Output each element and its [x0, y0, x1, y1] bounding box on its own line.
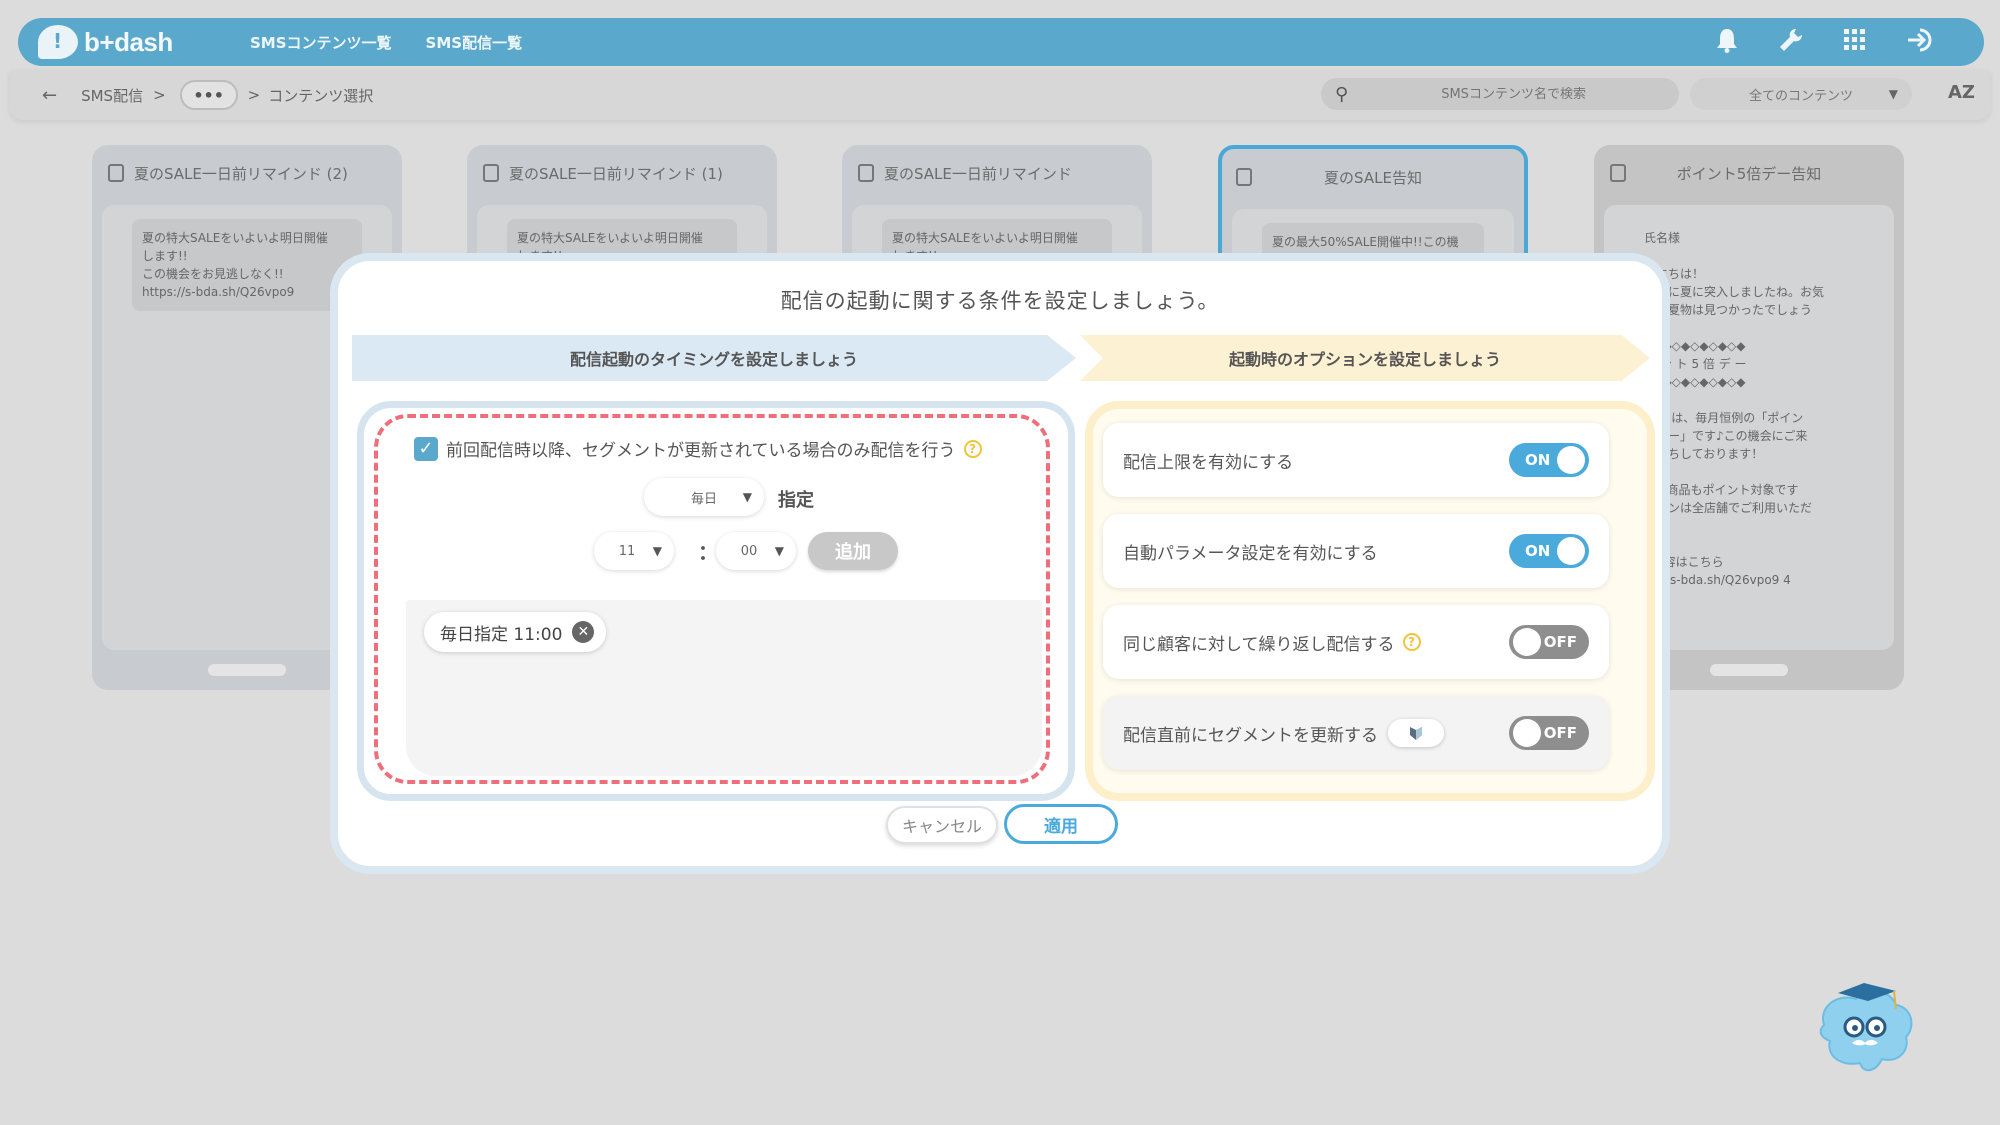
breadcrumb-bar: ← SMS配信 > ••• > コンテンツ選択 ⚲ 全てのコンテンツ ▼ AZ — [10, 70, 1990, 120]
card-title: 夏のSALE一日前リマインド — [884, 164, 1072, 183]
step-options: 起動時のオプションを設定しましょう — [1080, 335, 1650, 381]
breadcrumb-separator: > — [153, 86, 166, 104]
search-input[interactable] — [1348, 86, 1679, 102]
logo-bubble-icon — [38, 25, 78, 59]
sort-az-button[interactable]: AZ — [1948, 82, 1975, 103]
segment-refresh-toggle[interactable]: OFF — [1509, 716, 1589, 750]
document-icon — [483, 164, 499, 182]
card-title: 夏のSALE一日前リマインド (1) — [509, 164, 723, 183]
chevron-down-icon: ▼ — [742, 490, 752, 504]
schedule-chip: 毎日指定 11:00 ✕ — [424, 612, 607, 652]
card-title: ポイント5倍デー告知 — [1676, 164, 1822, 183]
step-timing: 配信起動のタイミングを設定しましょう — [352, 335, 1076, 381]
timing-panel: ✓ 前回配信時以降、セグメントが更新されている場合のみ配信を行う ? 毎日 ▼ … — [357, 401, 1075, 801]
help-icon[interactable]: ? — [963, 439, 982, 458]
wrench-icon[interactable] — [1778, 27, 1804, 58]
apply-button[interactable]: 適用 — [1004, 804, 1118, 844]
filter-value: 全てのコンテンツ — [1748, 88, 1853, 104]
card-title: 夏のSALE告知 — [1324, 168, 1422, 187]
add-button[interactable]: 追加 — [808, 532, 898, 570]
segment-update-label: 前回配信時以降、セグメントが更新されている場合のみ配信を行う — [446, 441, 956, 461]
frequency-suffix: 指定 — [778, 490, 814, 511]
segment-update-checkbox-row[interactable]: ✓ 前回配信時以降、セグメントが更新されている場合のみ配信を行う ? — [414, 436, 982, 461]
schedule-chip-label: 毎日指定 11:00 — [440, 624, 563, 645]
repeat-delivery-toggle[interactable]: OFF — [1509, 625, 1589, 659]
hour-value: 11 — [618, 543, 636, 559]
option-label: 配信上限を有効にする — [1123, 452, 1294, 473]
option-label: 配信直前にセグメントを更新する — [1123, 725, 1378, 746]
options-panel: 配信上限を有効にする ON 自動パラメータ設定を有効にする ON 同じ顧客に対し… — [1085, 401, 1655, 801]
time-colon: ： — [698, 540, 718, 564]
document-icon — [1236, 168, 1252, 186]
breadcrumb-separator: > — [247, 86, 261, 104]
search-box[interactable]: ⚲ — [1321, 78, 1679, 110]
document-icon — [1610, 164, 1626, 182]
back-arrow-icon[interactable]: ← — [42, 85, 57, 106]
document-icon — [858, 164, 874, 182]
breadcrumb-more-button[interactable]: ••• — [179, 80, 238, 110]
top-nav-bar: b+dash SMSコンテンツ一覧 SMS配信一覧 — [18, 18, 1984, 66]
nav-sms-contents[interactable]: SMSコンテンツ一覧 — [250, 32, 392, 53]
delivery-trigger-modal: 配信の起動に関する条件を設定しましょう。 配信起動のタイミングを設定しましょう … — [330, 253, 1670, 874]
bell-icon[interactable] — [1716, 27, 1738, 58]
logo-text: b+dash — [84, 26, 173, 57]
frequency-select[interactable]: 毎日 ▼ — [644, 478, 764, 516]
option-label: 同じ顧客に対して繰り返し配信する — [1123, 634, 1395, 655]
highlight-dashed-border: ✓ 前回配信時以降、セグメントが更新されている場合のみ配信を行う ? 毎日 ▼ … — [374, 414, 1050, 784]
shield-icon — [1410, 727, 1422, 740]
chevron-down-icon: ▼ — [774, 544, 784, 558]
minute-value: 00 — [740, 543, 758, 559]
document-icon — [108, 164, 124, 182]
auto-parameter-toggle[interactable]: ON — [1509, 534, 1589, 568]
cancel-button[interactable]: キャンセル — [886, 806, 998, 844]
chevron-down-icon: ▼ — [1888, 87, 1898, 101]
option-repeat-delivery: 同じ顧客に対して繰り返し配信する ? OFF — [1103, 605, 1609, 679]
card-message: 夏の特大SALEをいよいよ明日開催 します!! この機会をお見逃しなく!! ht… — [132, 219, 362, 311]
modal-title: 配信の起動に関する条件を設定しましょう。 — [780, 289, 1220, 313]
option-label: 自動パラメータ設定を有効にする — [1123, 543, 1378, 564]
search-icon: ⚲ — [1335, 83, 1349, 105]
option-segment-refresh: 配信直前にセグメントを更新する OFF — [1103, 696, 1609, 770]
hour-select[interactable]: 11 ▼ — [594, 532, 674, 570]
nav-sms-deliveries[interactable]: SMS配信一覧 — [426, 32, 523, 53]
card-pill — [208, 664, 286, 676]
card-title: 夏のSALE一日前リマインド (2) — [134, 164, 348, 183]
segment-update-checkbox[interactable]: ✓ — [414, 436, 438, 461]
frequency-value: 毎日 — [690, 491, 717, 507]
remove-icon[interactable]: ✕ — [572, 621, 595, 643]
option-auto-parameter: 自動パラメータ設定を有効にする ON — [1103, 514, 1609, 588]
delivery-limit-toggle[interactable]: ON — [1509, 443, 1589, 477]
grid-icon[interactable] — [1844, 28, 1866, 56]
beginner-badge[interactable] — [1388, 719, 1444, 747]
breadcrumb-sms-delivery[interactable]: SMS配信 — [81, 85, 143, 106]
logout-icon[interactable] — [1906, 27, 1938, 58]
content-filter-select[interactable]: 全てのコンテンツ ▼ — [1690, 78, 1912, 110]
schedule-list: 毎日指定 11:00 ✕ — [406, 600, 1042, 776]
logo[interactable]: b+dash — [38, 25, 188, 59]
card-pill — [1710, 664, 1788, 676]
minute-select[interactable]: 00 ▼ — [716, 532, 796, 570]
option-delivery-limit: 配信上限を有効にする ON — [1103, 423, 1609, 497]
help-icon[interactable]: ? — [1402, 633, 1421, 651]
mascot-icon[interactable] — [1810, 975, 1920, 1085]
chevron-down-icon: ▼ — [652, 544, 662, 558]
breadcrumb-current: コンテンツ選択 — [268, 86, 374, 105]
